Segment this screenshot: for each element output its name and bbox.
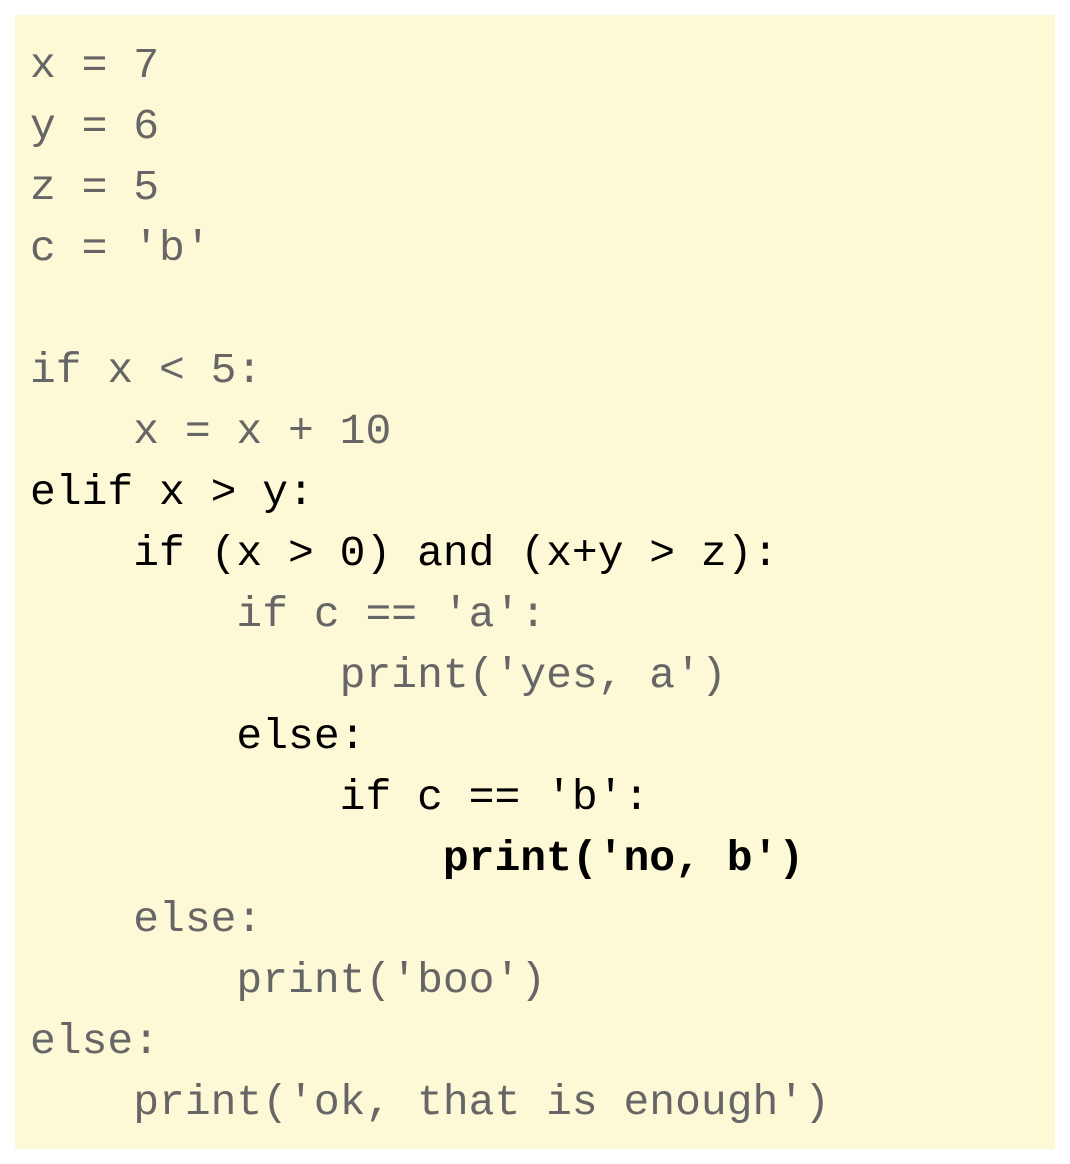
code-block: x = 7 y = 6 z = 5 c = 'b' if x < 5: x = … (15, 15, 1055, 1149)
code-line-6: if x < 5: (30, 346, 263, 395)
code-line-9: if (x > 0) and (x+y > z): (30, 529, 779, 578)
code-line-14-current: print('no, b') (30, 834, 805, 883)
code-line-5-blank (30, 279, 1055, 340)
code-line-2: y = 6 (30, 102, 160, 151)
code-line-13: if c == 'b': (30, 773, 650, 822)
code-line-7: x = x + 10 (30, 407, 392, 456)
code-line-16: print('boo') (30, 956, 547, 1005)
code-line-8: elif x > y: (30, 468, 314, 517)
code-line-10: if c == 'a': (30, 590, 547, 639)
code-line-1: x = 7 (30, 41, 160, 90)
code-line-3: z = 5 (30, 163, 160, 212)
code-line-17: else: (30, 1017, 160, 1066)
code-line-15: else: (30, 895, 263, 944)
code-line-12: else: (30, 712, 366, 761)
code-line-4: c = 'b' (30, 224, 211, 273)
code-line-11: print('yes, a') (30, 651, 727, 700)
code-line-18: print('ok, that is enough') (30, 1078, 830, 1127)
